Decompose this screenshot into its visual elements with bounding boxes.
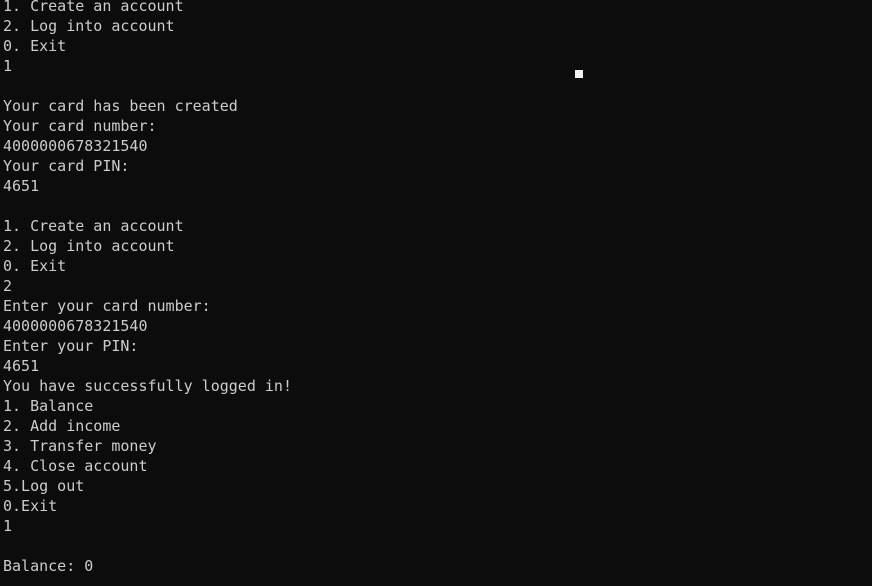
console-line: 2. Log into account xyxy=(3,17,175,35)
console-line: 0.Exit xyxy=(3,497,58,515)
console-line: Enter your PIN: xyxy=(3,337,139,355)
console-line: 1 xyxy=(3,57,13,75)
console-line: Your card has been created xyxy=(3,97,238,115)
console-line: 3. Transfer money xyxy=(3,437,157,455)
console-window[interactable]: 1. Create an account 2. Log into account… xyxy=(0,0,872,586)
mouse-cursor-block xyxy=(575,70,583,78)
console-line: 4651 xyxy=(3,177,40,195)
console-line: 4000000678321540 xyxy=(3,317,148,335)
console-line: 4651 xyxy=(3,357,40,375)
console-line: 0. Exit xyxy=(3,37,67,55)
console-line: 4000000678321540 xyxy=(3,137,148,155)
console-line: Balance: 0 xyxy=(3,557,94,575)
console-line: You have successfully logged in! xyxy=(3,377,292,395)
console-line: 5.Log out xyxy=(3,477,85,495)
console-line: 1. Create an account xyxy=(3,217,184,235)
console-line: 2 xyxy=(3,277,13,295)
console-line: 2. Log into account xyxy=(3,237,175,255)
console-output: 1. Create an account 2. Log into account… xyxy=(3,0,292,576)
console-line: 1. Balance xyxy=(3,397,94,415)
console-line: Enter your card number: xyxy=(3,297,211,315)
console-line: 0. Exit xyxy=(3,257,67,275)
console-line: Your card number: xyxy=(3,117,157,135)
console-line: 1. Create an account xyxy=(3,0,184,15)
console-line: 1 xyxy=(3,517,13,535)
console-line: Your card PIN: xyxy=(3,157,130,175)
console-line: 2. Add income xyxy=(3,417,121,435)
console-line: 4. Close account xyxy=(3,457,148,475)
